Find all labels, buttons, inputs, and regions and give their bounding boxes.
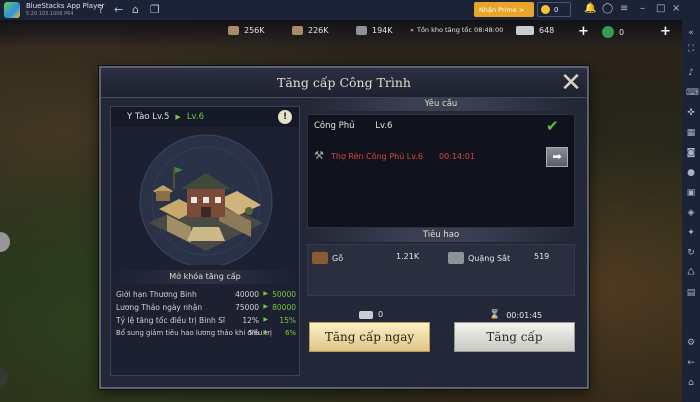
unlock-heading: Mở khóa tăng cấp — [111, 270, 299, 284]
dialog-header: Tăng cấp Công Trình ✕ — [101, 68, 587, 98]
requirement-blacksmith: ⚒ Thợ Rèn Công Phủ Lv.6 00:14:01 — [312, 147, 544, 165]
account-icon[interactable]: ◯ — [602, 3, 613, 14]
keyboard-icon[interactable]: ⌨ — [686, 88, 699, 98]
macro-icon[interactable]: ▦ — [686, 128, 696, 138]
requirements-heading: Yêu cầu — [307, 97, 575, 111]
hammer-icon: ⚒ — [314, 149, 324, 162]
apk-icon[interactable]: ▣ — [686, 188, 696, 198]
go-to-button[interactable]: ➡ — [546, 147, 568, 167]
back-icon[interactable]: ← — [114, 3, 123, 16]
silver-wings-icon — [516, 26, 534, 35]
title-bar: BlueStacks App Player 5.20.103.1006 P64 … — [0, 0, 700, 20]
fullscreen-icon[interactable]: ⛶ — [686, 44, 696, 54]
wood-icon — [312, 252, 328, 264]
record-icon[interactable]: ● — [686, 168, 696, 178]
back-nav-icon[interactable]: ← — [686, 358, 696, 368]
resource-wood: 256K — [228, 26, 265, 35]
arrow-right-icon: ▶ — [175, 113, 181, 121]
resource-silver: 648 — [516, 26, 554, 35]
home-nav-icon[interactable]: ⌂ — [686, 378, 696, 388]
add-silver-button[interactable]: + — [578, 24, 589, 39]
cost-box: Gỗ 1.21K Quặng Sắt 519 — [307, 244, 575, 296]
arrow-right-icon: ▶ — [263, 303, 268, 310]
level-row: Y Tào Lv.5 ▶ Lv.6 — [111, 107, 299, 127]
menu-icon[interactable]: ≡ — [620, 3, 628, 14]
close-window-icon[interactable]: × — [672, 3, 680, 14]
folder-icon[interactable]: ▤ — [686, 288, 696, 298]
notification-icon[interactable]: 🔔 — [584, 3, 596, 14]
checkmark-icon: ✔ — [546, 117, 559, 135]
dialog-title: Tăng cấp Công Trình — [277, 75, 411, 90]
app-title: BlueStacks App Player 5.20.103.1006 P64 — [26, 2, 105, 17]
hourglass-icon: ⌛ — [489, 310, 501, 320]
upgrade-button[interactable]: Tăng cấp — [454, 322, 575, 352]
bluestacks-sidebar: « ⛶ ♪ ⌨ ✜ ▦ ◙ ● ▣ ◈ ✦ ↻ ♺ ▤ ⚙ ← ⌂ — [682, 20, 700, 402]
rotate-icon[interactable]: ↻ — [686, 248, 696, 258]
prime-button[interactable]: Nhận Prime > — [474, 2, 534, 17]
sidebar-toggle-icon[interactable]: « — [686, 28, 696, 38]
stat-row: Bổ sung giảm tiêu hao lương thảo khi điề… — [116, 329, 296, 337]
close-dialog-button[interactable]: ✕ — [557, 69, 585, 97]
jade-icon — [602, 26, 614, 38]
shake-icon[interactable]: ✦ — [686, 228, 696, 238]
arrow-right-icon: ▶ — [263, 290, 268, 297]
gamepad-icon[interactable]: ✜ — [686, 108, 696, 118]
eco-mode-icon[interactable]: ♺ — [686, 268, 696, 278]
building-illustration — [139, 134, 273, 265]
requirement-main: Công Phủ Lv.6 — [314, 121, 393, 131]
upgrade-time: ⌛ 00:01:45 — [489, 310, 543, 320]
cost-heading: Tiêu hao — [307, 228, 575, 242]
fast-cost: 0 — [359, 310, 383, 319]
stat-row: Lương Thảo ngày nhận 75000 ▶ 80000 — [116, 303, 296, 312]
minimize-icon[interactable]: – — [640, 3, 645, 14]
screenshot-icon[interactable]: ◙ — [686, 148, 696, 158]
help-icon[interactable]: ? — [98, 3, 104, 16]
iron-icon — [356, 26, 367, 35]
grain-icon — [292, 26, 303, 35]
home-icon[interactable]: ⌂ — [132, 3, 139, 16]
location-icon[interactable]: ◈ — [686, 208, 696, 218]
requirements-box: Công Phủ Lv.6 ✔ ⚒ Thợ Rèn Công Phủ Lv.6 … — [307, 114, 575, 228]
cost-iron: Quặng Sắt 519 — [448, 252, 572, 264]
settings-icon[interactable]: ⚙ — [686, 338, 696, 348]
stat-row: Giới hạn Thương Binh 40000 ▶ 50000 — [116, 290, 296, 299]
multi-instance-icon[interactable]: ❐ — [150, 3, 160, 16]
coin-icon — [541, 5, 550, 14]
arrow-right-icon: ▶ — [263, 329, 268, 336]
building-panel: Y Tào Lv.5 ▶ Lv.6 ! Mở khóa tăng cấp Giớ… — [110, 106, 300, 376]
resource-iron: 194K — [356, 26, 393, 35]
wood-icon — [228, 26, 239, 35]
cost-wood: Gỗ 1.21K — [312, 252, 432, 264]
add-jade-button[interactable]: + — [660, 24, 671, 39]
resource-bar: 256K 226K 194K » Tồn kho tăng tốc 08:48:0… — [0, 20, 682, 46]
bluestacks-logo-icon — [4, 2, 20, 18]
upgrade-building-dialog: Tăng cấp Công Trình ✕ Y Tào Lv.5 ▶ Lv.6 … — [99, 66, 589, 389]
speedup-storage: » Tồn kho tăng tốc 08:48:00 — [410, 26, 504, 34]
info-button[interactable]: ! — [278, 110, 292, 124]
arrow-right-icon: ▶ — [263, 316, 268, 323]
resource-jade: 0 — [602, 26, 624, 38]
maximize-icon[interactable]: □ — [656, 3, 665, 14]
coin-balance[interactable]: 0 — [537, 2, 571, 17]
upgrade-now-button[interactable]: Tăng cấp ngay — [309, 322, 430, 352]
volume-icon[interactable]: ♪ — [686, 68, 696, 78]
stat-row: Tỷ lệ tăng tốc điều trị Binh Sĩ 12% ▶ 15… — [116, 316, 296, 325]
iron-ore-icon — [448, 252, 464, 264]
silver-wings-icon — [359, 310, 373, 319]
resource-food: 226K — [292, 26, 329, 35]
